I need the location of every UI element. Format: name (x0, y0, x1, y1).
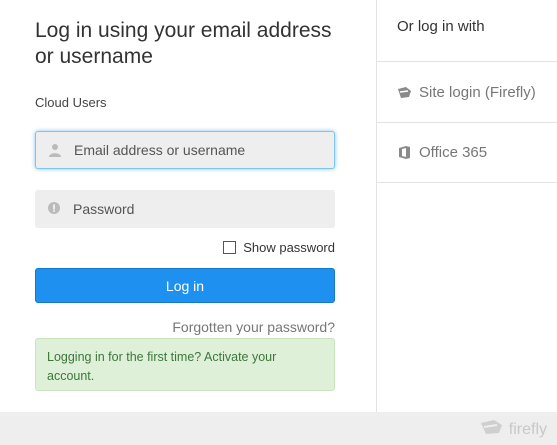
page-title: Log in using your email address or usern… (35, 19, 332, 68)
user-icon (48, 143, 62, 157)
office-icon (397, 145, 412, 160)
show-password-label: Show password (243, 240, 335, 255)
lock-icon (47, 201, 61, 215)
alt-login-panel: Or log in with Site login (Firefly) Offi… (376, 0, 557, 412)
login-subheading: Cloud Users (35, 95, 107, 110)
footer-bar: firefly (0, 412, 557, 445)
brand-logo: firefly (480, 418, 547, 441)
office365-option[interactable]: Office 365 (377, 122, 557, 183)
login-button[interactable]: Log in (35, 268, 335, 303)
brand-name: firefly (508, 420, 547, 438)
firefly-logo-icon (480, 418, 504, 441)
password-field[interactable] (35, 190, 335, 228)
password-input[interactable] (73, 190, 323, 228)
show-password-checkbox[interactable] (223, 241, 237, 254)
first-time-notice: Logging in for the first time? Activate … (35, 338, 335, 391)
office365-label: Office 365 (419, 144, 488, 161)
alt-login-title: Or log in with (397, 18, 485, 35)
forgot-password-link[interactable]: Forgotten your password? (172, 319, 335, 335)
site-login-label: Site login (Firefly) (419, 83, 536, 101)
first-time-text: Logging in for the first time? (47, 350, 205, 364)
login-panel: Log in using your email address or usern… (0, 0, 376, 412)
site-login-option[interactable]: Site login (Firefly) (377, 61, 557, 122)
firefly-icon (397, 85, 412, 100)
email-input[interactable] (74, 132, 324, 168)
email-field[interactable] (35, 131, 335, 169)
show-password-toggle[interactable]: Show password (223, 240, 335, 255)
